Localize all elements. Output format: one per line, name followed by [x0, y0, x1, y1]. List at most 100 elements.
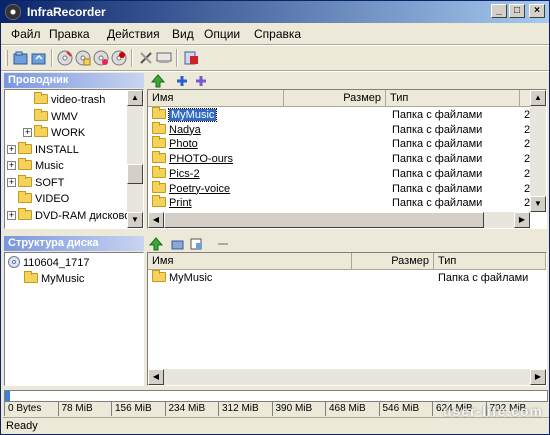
disc-file-name: MyMusic: [169, 272, 213, 284]
scroll-left-button[interactable]: ◀: [148, 369, 164, 385]
disc-file-list[interactable]: Имя Размер Тип MyMusic Папка с файлами ◀…: [147, 252, 547, 386]
scroll-left-button[interactable]: ◀: [148, 212, 164, 228]
main-window: InfraRecorder _ □ × Файл Правка Действия…: [0, 0, 550, 435]
toolbar-separator: [51, 49, 53, 67]
table-row[interactable]: Poetry-voice Папка с файлами 2: [148, 180, 530, 197]
tree-expander[interactable]: +: [7, 177, 16, 187]
ruler-label: 156 MiB: [115, 403, 152, 414]
menu-options[interactable]: Опции: [204, 27, 240, 41]
scroll-down-button[interactable]: ▼: [530, 196, 546, 212]
menu-help[interactable]: Справка: [254, 27, 301, 41]
tree-item[interactable]: + SOFT: [7, 174, 64, 191]
tree-expander[interactable]: +: [7, 210, 16, 220]
erase-disc-icon[interactable]: [111, 50, 127, 66]
disc-root[interactable]: 110604_1717: [8, 255, 89, 271]
column-name[interactable]: Имя: [148, 90, 284, 107]
tree-item[interactable]: + WORK: [23, 125, 85, 141]
file-list[interactable]: Имя Размер Тип MyMusic Папка с файлами 2 Na…: [147, 89, 547, 229]
folder-icon: [18, 174, 32, 187]
table-row[interactable]: Print Папка с файлами 2: [148, 195, 530, 211]
scroll-up-button[interactable]: ▲: [127, 90, 143, 106]
tree-item[interactable]: + INSTALL: [7, 141, 79, 158]
table-row[interactable]: Pics-2 Папка с файлами 2: [148, 165, 530, 182]
scroll-thumb[interactable]: [164, 212, 484, 228]
disc-column-name[interactable]: Имя: [148, 253, 352, 270]
column-size[interactable]: Размер: [284, 90, 386, 107]
tree-expander[interactable]: +: [7, 161, 16, 170]
scroll-right-button[interactable]: ▶: [514, 212, 530, 228]
maximize-button[interactable]: □: [509, 4, 525, 18]
tree-item[interactable]: + DVD-RAM дисковод: [7, 207, 137, 224]
explorer-tree-scrollbar[interactable]: ▲ ▼: [127, 90, 143, 228]
tree-item[interactable]: video-trash: [23, 92, 105, 108]
tree-item[interactable]: VIDEO: [7, 191, 69, 207]
folder-icon: [34, 108, 48, 121]
column-type[interactable]: Тип: [386, 90, 520, 107]
file-name: Photo: [169, 138, 198, 151]
go-up-icon[interactable]: [151, 74, 165, 88]
tools-icon[interactable]: [138, 50, 154, 66]
remove-icon[interactable]: [216, 237, 230, 251]
disc-info-icon[interactable]: [93, 50, 109, 66]
disc-go-up-icon[interactable]: [149, 237, 163, 251]
ruler-tick: [378, 402, 380, 416]
window-title: InfraRecorder: [27, 5, 106, 19]
ruler-label: 312 MiB: [222, 403, 259, 414]
menu-edit[interactable]: Правка: [49, 27, 90, 41]
menu-view[interactable]: Вид: [172, 27, 194, 41]
scroll-right-button[interactable]: ▶: [530, 369, 546, 385]
disc-column-size[interactable]: Размер: [352, 253, 434, 270]
disc-icon: [5, 4, 21, 20]
cd-icon: [8, 256, 20, 268]
table-row[interactable]: MyMusic Папка с файлами 2: [148, 107, 530, 123]
table-row[interactable]: Photo Папка с файлами 2: [148, 136, 530, 152]
tree-item[interactable]: WMV: [23, 108, 78, 125]
tree-item-label: DVD-RAM дисковод: [35, 209, 137, 222]
add-icon[interactable]: [175, 74, 189, 88]
burn-disc-icon[interactable]: [57, 50, 73, 66]
disc-file-list-hscrollbar[interactable]: ◀ ▶: [148, 369, 546, 385]
disc-folder[interactable]: MyMusic: [24, 271, 84, 287]
menu-actions[interactable]: Действия: [107, 27, 160, 41]
ruler-tick: [111, 402, 112, 416]
title-bar[interactable]: InfraRecorder _ □ ×: [1, 1, 549, 23]
disc-structure-tree[interactable]: 110604_1717 MyMusic: [4, 252, 144, 386]
new-folder-icon[interactable]: [171, 237, 185, 251]
file-type: Папка с файлами: [392, 167, 483, 180]
scroll-up-button[interactable]: ▲: [530, 90, 546, 106]
copy-disc-icon[interactable]: [75, 50, 91, 66]
disc-file-type: Папка с файлами: [438, 272, 529, 284]
toolbar-grip[interactable]: [5, 50, 8, 66]
folder-icon: [24, 271, 38, 283]
minimize-button[interactable]: _: [491, 4, 507, 18]
explorer-tree[interactable]: video-trash WMV + WORK + INSTALL + Music + SOFT VI…: [4, 89, 144, 229]
table-row[interactable]: Nadya Папка с файлами 2: [148, 121, 530, 138]
close-button[interactable]: ×: [529, 4, 545, 18]
ruler-label: 0 Bytes: [8, 403, 42, 414]
table-row[interactable]: PHOTO-ours Папка с файлами 2: [148, 151, 530, 167]
tree-item[interactable]: + Music: [7, 158, 64, 174]
tree-expander[interactable]: +: [23, 128, 32, 137]
exit-icon[interactable]: [183, 50, 199, 66]
scroll-thumb[interactable]: [127, 164, 143, 184]
menu-file[interactable]: Файл: [11, 27, 41, 41]
tree-expander[interactable]: +: [7, 144, 16, 154]
table-row[interactable]: MyMusic Папка с файлами: [148, 270, 546, 286]
file-list-hscrollbar[interactable]: ◀ ▶: [148, 212, 530, 228]
status-bar: Ready: [3, 417, 549, 435]
tree-item-label: INSTALL: [35, 143, 79, 156]
add-all-icon[interactable]: [194, 74, 208, 88]
new-project-icon[interactable]: [13, 50, 29, 66]
disc-label: 110604_1717: [23, 257, 90, 269]
disc-column-type[interactable]: Тип: [434, 253, 546, 270]
horizontal-splitter[interactable]: [1, 230, 549, 235]
folder-icon: [18, 158, 32, 170]
import-session-icon[interactable]: [190, 237, 204, 251]
device-icon[interactable]: [156, 50, 172, 66]
scroll-down-button[interactable]: ▼: [127, 212, 143, 228]
disc-structure-header: Структура диска: [4, 236, 144, 251]
toolbar-divider: [1, 70, 549, 72]
open-project-icon[interactable]: [31, 50, 47, 66]
file-list-scrollbar[interactable]: ▲ ▼: [530, 90, 546, 212]
folder-icon: [34, 125, 48, 137]
